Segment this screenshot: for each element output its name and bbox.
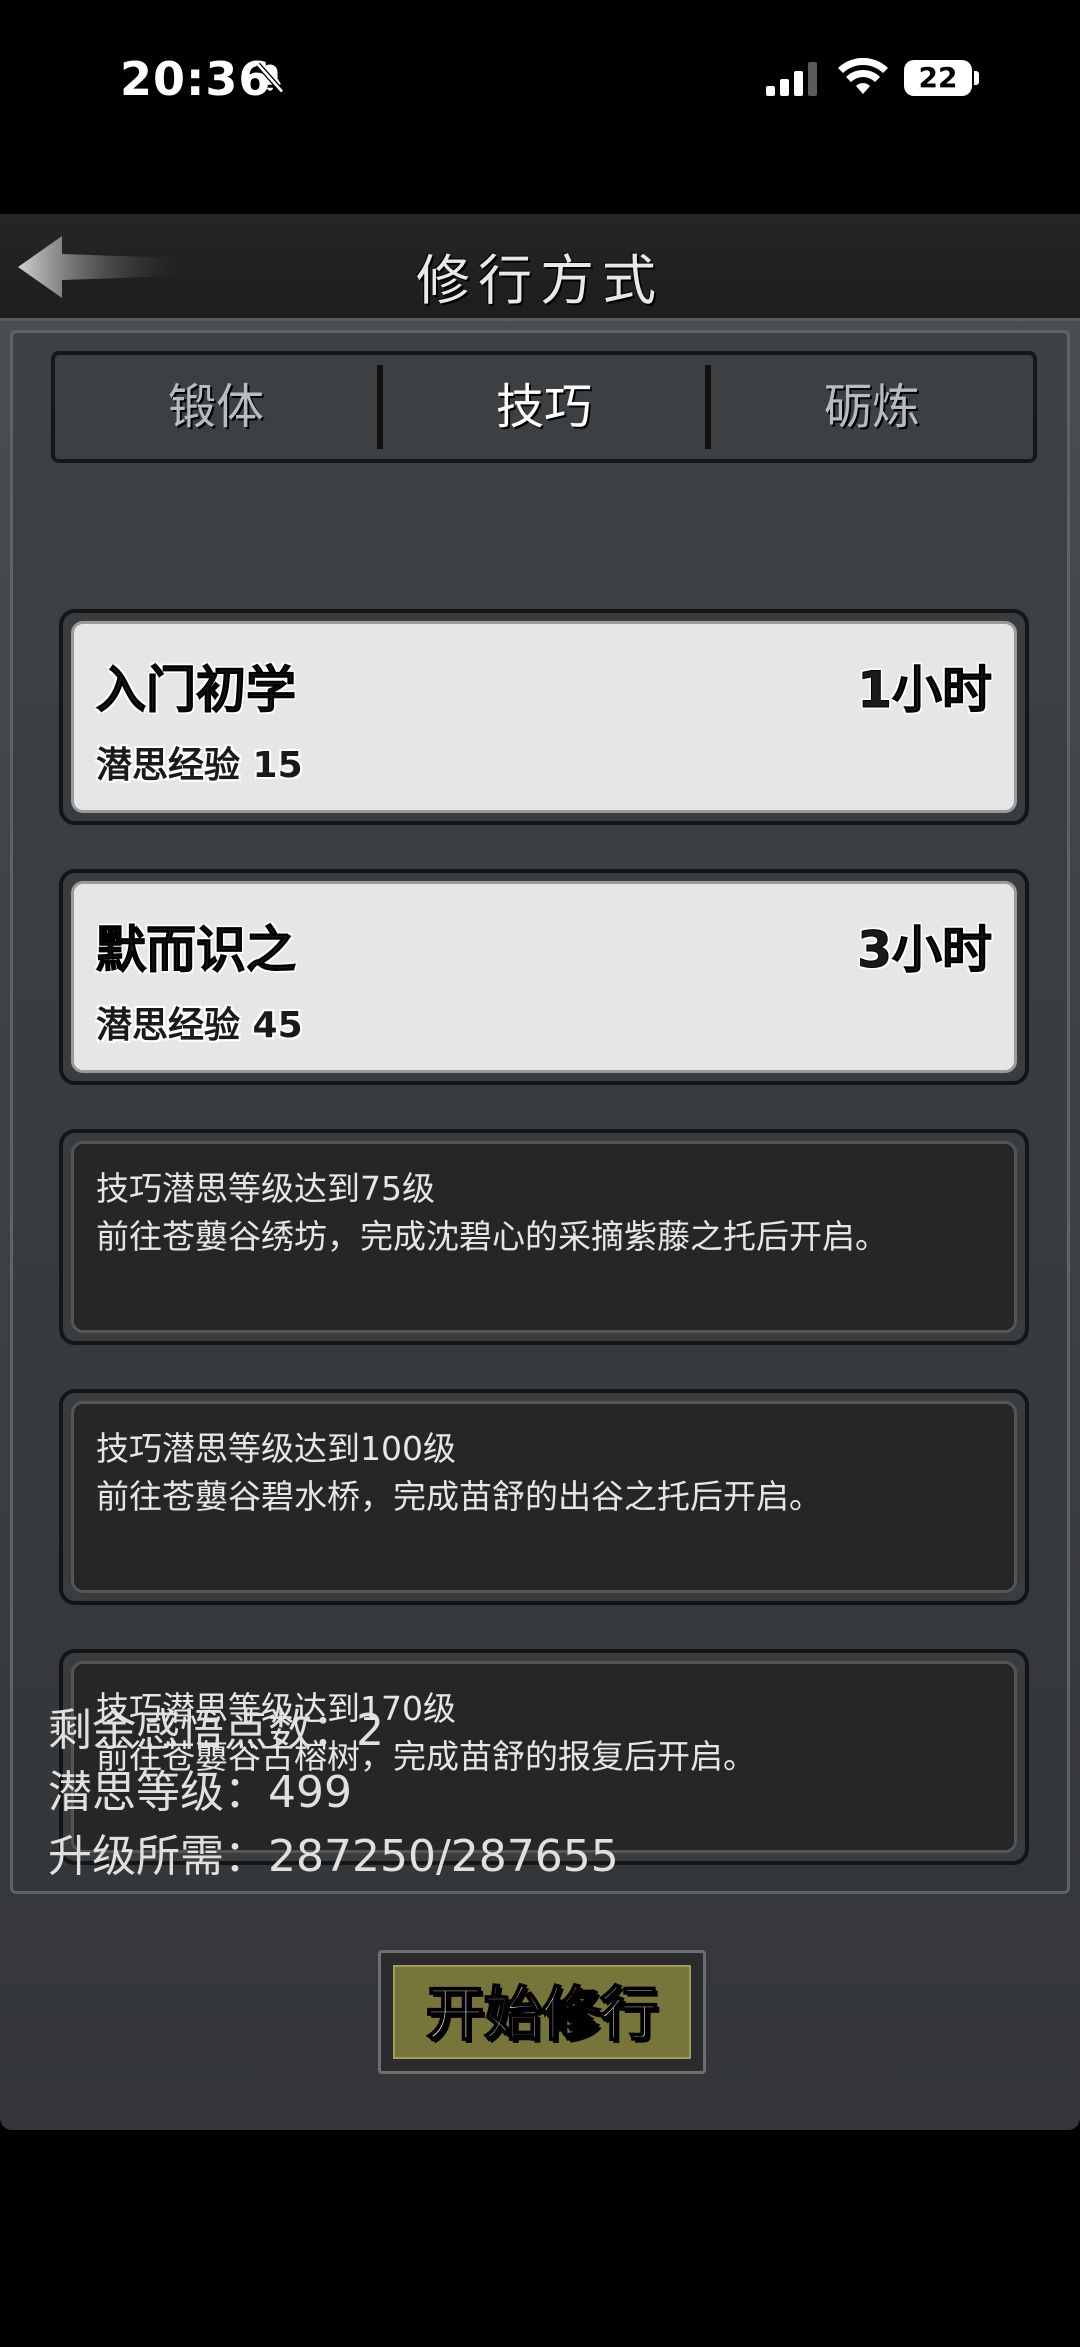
option-name: 默而识之 [96,921,297,980]
option-name: 入门初学 [96,661,297,720]
training-option-1[interactable]: 入门初学 1小时 潜思经验 15 [59,609,1029,825]
meditation-level: 潜思等级：499 [48,1767,352,1818]
tab-bar: 锻体 技巧 砺炼 [51,351,1037,463]
option-exp: 潜思经验 45 [96,1005,303,1046]
tab-jiqiao[interactable]: 技巧 [383,355,705,459]
option-duration: 1小时 [857,661,993,720]
battery-indicator: 22 [904,60,980,96]
locked-option-1[interactable]: 技巧潜思等级达到75级 前往苍蘡谷绣坊，完成沈碧心的采摘紫藤之托后开启。 [59,1129,1029,1345]
bell-muted-icon [256,62,284,94]
unlock-requirement: 技巧潜思等级达到75级 [96,1169,435,1208]
start-training-button[interactable]: 开始修行 [378,1950,706,2074]
list-frame: 锻体 技巧 砺炼 入门初学 1小时 潜思经验 15 默而识之 3小时 潜思经验 … [10,330,1070,1894]
header-bar: 修行方式 [0,214,1080,321]
cellular-signal-icon [766,62,817,96]
status-time: 20:36 [120,52,272,106]
start-training-label: 开始修行 [425,1979,659,2049]
page-title: 修行方式 [416,249,664,312]
unlock-instruction: 前往苍蘡谷碧水桥，完成苗舒的出谷之托后开启。 [96,1477,822,1516]
battery-level: 22 [904,60,972,96]
wifi-icon [838,58,888,94]
locked-option-2[interactable]: 技巧潜思等级达到100级 前往苍蘡谷碧水桥，完成苗舒的出谷之托后开启。 [59,1389,1029,1605]
upgrade-progress: 升级所需：287250/287655 [48,1831,619,1882]
training-panel: 修行方式 锻体 技巧 砺炼 入门初学 1小时 潜思经验 15 默而识之 3小时 [0,214,1080,2130]
training-list[interactable]: 入门初学 1小时 潜思经验 15 默而识之 3小时 潜思经验 45 技巧潜思等级… [13,473,1067,1881]
tab-duanti[interactable]: 锻体 [55,355,377,459]
unlock-instruction: 前往苍蘡谷绣坊，完成沈碧心的采摘紫藤之托后开启。 [96,1217,888,1256]
option-exp: 潜思经验 15 [96,745,303,786]
remaining-points: 剩余感悟点数：2 [48,1705,384,1756]
training-option-2[interactable]: 默而识之 3小时 潜思经验 45 [59,869,1029,1085]
tab-lilian[interactable]: 砺炼 [711,355,1033,459]
unlock-requirement: 技巧潜思等级达到100级 [96,1429,456,1468]
option-duration: 3小时 [857,921,993,980]
status-bar: 20:36 22 [0,0,1080,160]
